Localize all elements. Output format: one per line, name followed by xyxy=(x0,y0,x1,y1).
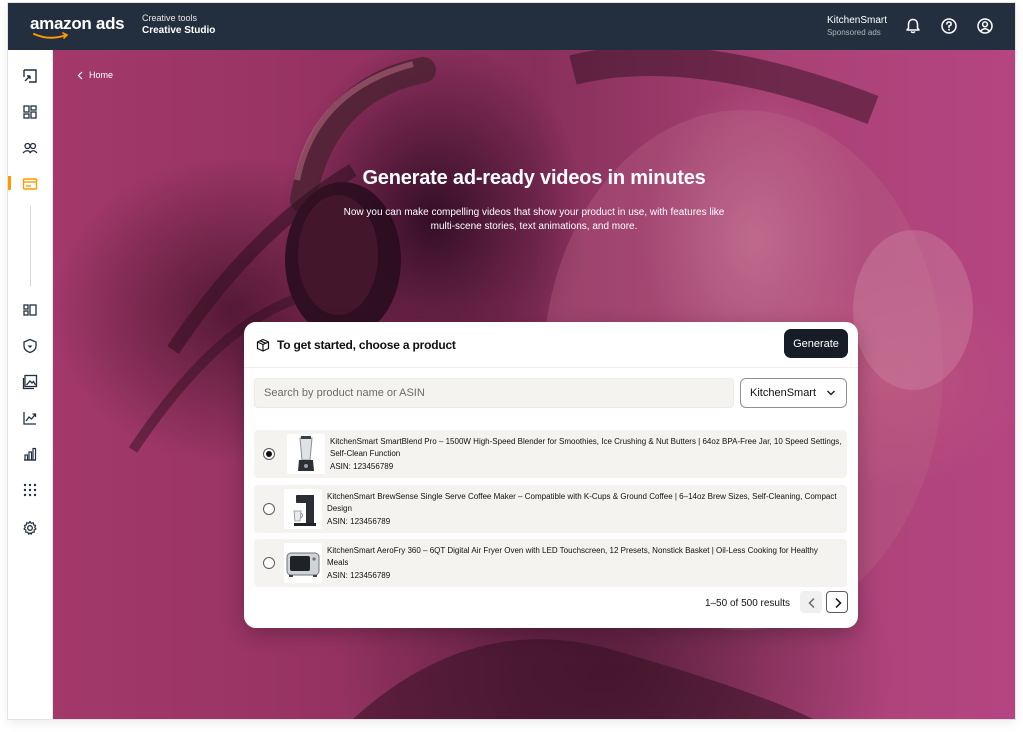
blender-icon xyxy=(298,436,314,471)
dashboard-icon[interactable] xyxy=(22,104,38,120)
product-row[interactable]: KitchenSmart BrewSense Single Serve Coff… xyxy=(254,485,847,533)
hero-banner: Home Generate ad-ready videos in minutes… xyxy=(53,50,1015,719)
sidebar-divider xyxy=(30,206,31,286)
bell-icon[interactable] xyxy=(904,17,922,35)
product-row[interactable]: KitchenSmart SmartBlend Pro – 1500W High… xyxy=(254,430,847,478)
product-asin: ASIN: 123456789 xyxy=(330,462,394,471)
amazon-ads-logo[interactable]: amazon ads xyxy=(30,14,125,41)
sidebar xyxy=(8,50,53,719)
product-thumbnail xyxy=(287,434,325,474)
campaign-icon[interactable] xyxy=(22,68,38,84)
chevron-left-icon xyxy=(77,71,83,79)
coffee-maker-icon xyxy=(293,495,316,526)
settings-icon[interactable] xyxy=(22,520,38,536)
image-library-icon[interactable] xyxy=(22,374,38,390)
card-header: To get started, choose a product Generat… xyxy=(244,322,858,368)
audiences-icon[interactable] xyxy=(22,140,38,156)
air-fryer-icon xyxy=(286,552,320,577)
active-indicator xyxy=(8,176,11,190)
card-title: To get started, choose a product xyxy=(277,338,456,352)
product-row[interactable]: KitchenSmart AeroFry 360 – 6QT Digital A… xyxy=(254,539,847,587)
previous-page-button[interactable] xyxy=(800,591,822,613)
creative-icon[interactable] xyxy=(22,176,38,192)
top-navigation-bar: amazon ads Creative tools Creative Studi… xyxy=(8,3,1015,50)
help-icon[interactable] xyxy=(940,17,958,35)
account-switcher[interactable]: KitchenSmart Sponsored ads xyxy=(827,15,887,39)
product-radio[interactable] xyxy=(263,448,275,460)
app-window: amazon ads Creative tools Creative Studi… xyxy=(8,3,1015,719)
generate-button[interactable]: Generate xyxy=(784,329,848,358)
product-title: KitchenSmart BrewSense Single Serve Coff… xyxy=(327,492,837,513)
account-icon[interactable] xyxy=(976,17,994,35)
product-title: KitchenSmart SmartBlend Pro – 1500W High… xyxy=(330,437,842,458)
context-label: Creative tools xyxy=(142,13,198,23)
tool-context: Creative tools Creative Studio xyxy=(142,13,215,38)
breadcrumb-home-link[interactable]: Home xyxy=(77,70,113,80)
measurement-icon[interactable] xyxy=(22,410,38,426)
product-thumbnail xyxy=(284,489,322,529)
account-sub: Sponsored ads xyxy=(826,28,881,37)
smile-arrow-icon xyxy=(33,32,69,39)
context-title: Creative Studio xyxy=(142,25,216,36)
chevron-down-icon xyxy=(827,390,835,396)
chevron-left-icon xyxy=(808,597,815,609)
logo-text: amazon ads xyxy=(30,14,125,33)
product-picker-card: To get started, choose a product Generat… xyxy=(244,322,858,628)
product-radio[interactable] xyxy=(263,557,275,569)
brand-select[interactable]: KitchenSmart xyxy=(740,378,847,408)
next-page-button[interactable] xyxy=(826,591,848,613)
box-icon xyxy=(256,338,270,352)
breadcrumb-home-label: Home xyxy=(89,70,114,80)
product-search-input[interactable] xyxy=(254,378,734,408)
product-asin: ASIN: 123456789 xyxy=(327,571,391,580)
account-name: KitchenSmart xyxy=(826,15,887,26)
apps-icon[interactable] xyxy=(22,482,38,498)
hero-title: Generate ad-ready videos in minutes xyxy=(362,167,706,189)
product-thumbnail xyxy=(284,543,322,583)
chevron-right-icon xyxy=(835,597,842,609)
brand-stores-icon[interactable] xyxy=(22,302,38,318)
product-radio[interactable] xyxy=(263,503,275,515)
product-title: KitchenSmart AeroFry 360 – 6QT Digital A… xyxy=(327,546,818,567)
pagination-results: 1–50 of 500 results xyxy=(704,598,790,609)
product-asin: ASIN: 123456789 xyxy=(327,517,391,526)
brand-select-value: KitchenSmart xyxy=(750,387,817,399)
hero-subtitle: Now you can make compelling videos that … xyxy=(343,207,725,232)
brand-safety-icon[interactable] xyxy=(22,338,38,354)
reports-icon[interactable] xyxy=(22,446,38,462)
